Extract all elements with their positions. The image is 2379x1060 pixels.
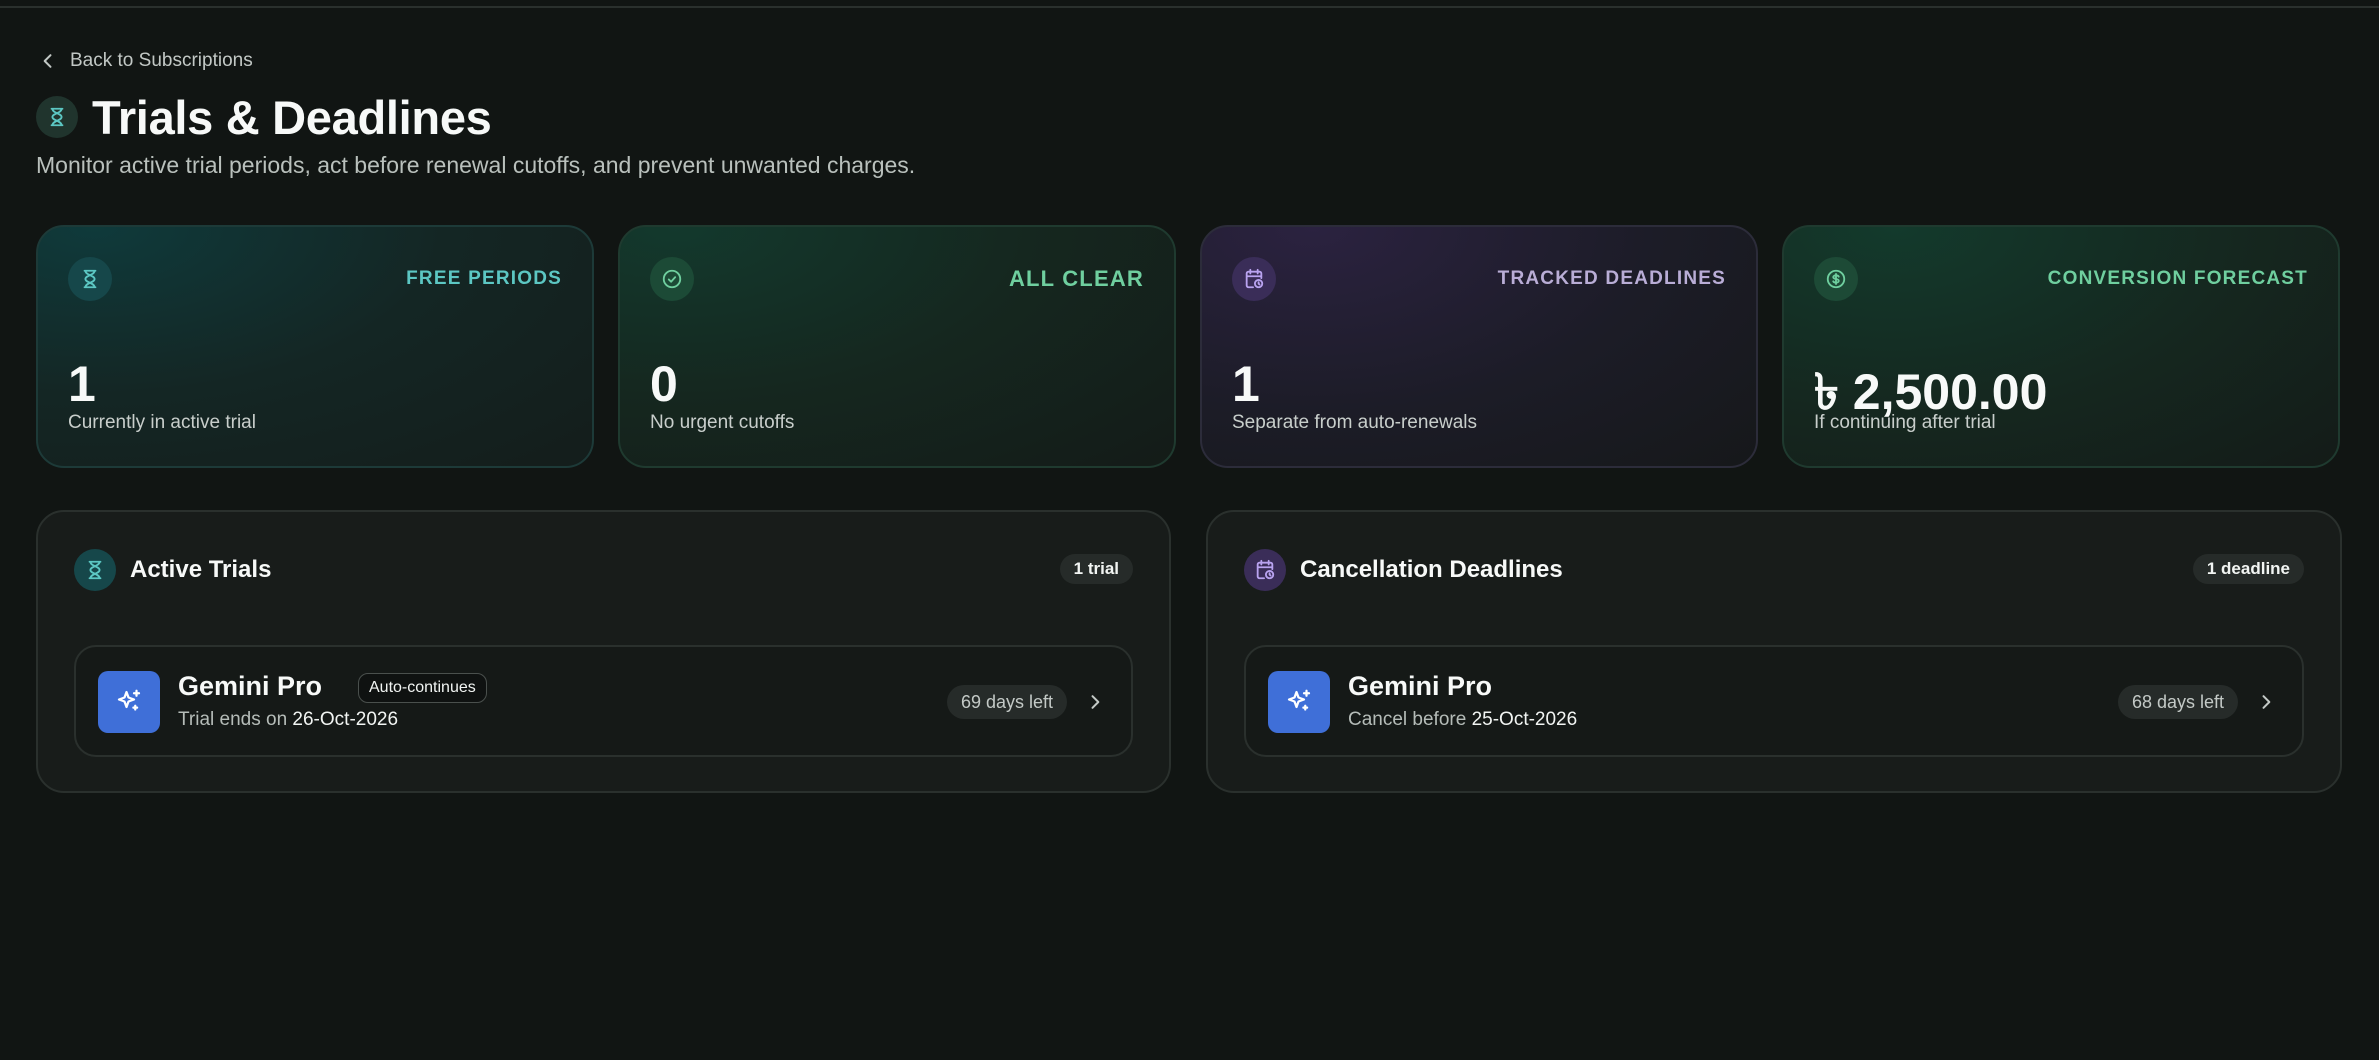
- page-title: Trials & Deadlines: [92, 90, 492, 144]
- item-subtitle: Cancel before 25-Oct-2026: [1348, 709, 1577, 731]
- stat-label: CONVERSION FORECAST: [2047, 268, 2308, 289]
- calendar-clock-icon: [1232, 257, 1276, 301]
- days-left-badge: 68 days left: [2117, 685, 2238, 719]
- hourglass-icon: [36, 96, 78, 138]
- stat-value: 1: [1232, 356, 1260, 412]
- panel-title: Cancellation Deadlines: [1300, 556, 1563, 583]
- sparkles-icon: [1268, 671, 1330, 733]
- dollar-circle-icon: [1814, 257, 1858, 301]
- hourglass-icon: [68, 257, 112, 301]
- chevron-right-icon: [2262, 695, 2271, 709]
- cancellation-deadlines-panel: Cancellation Deadlines 1 deadline Gemini…: [1206, 510, 2342, 793]
- stat-description: Currently in active trial: [68, 412, 256, 433]
- top-divider: [0, 6, 2379, 8]
- panel-title: Active Trials: [130, 556, 272, 583]
- chevron-right-icon: [1091, 695, 1100, 709]
- stat-label: FREE PERIODS: [406, 268, 562, 289]
- stat-card-tracked-deadlines: TRACKED DEADLINES 1 Separate from auto-r…: [1200, 225, 1758, 468]
- item-subtitle-prefix: Trial ends on: [178, 709, 288, 730]
- check-circle-icon: [650, 257, 694, 301]
- hourglass-icon: [74, 549, 116, 591]
- calendar-clock-icon: [1244, 549, 1286, 591]
- sparkles-icon: [98, 671, 160, 733]
- auto-continues-badge: Auto-continues: [358, 673, 487, 703]
- days-left-badge: 69 days left: [946, 685, 1067, 719]
- stat-card-free-periods: FREE PERIODS 1 Currently in active trial: [36, 225, 594, 468]
- item-subtitle-prefix: Cancel before: [1348, 709, 1467, 730]
- item-name: Gemini Pro: [1348, 671, 1493, 701]
- page-subtitle: Monitor active trial periods, act before…: [36, 152, 916, 178]
- page-header: Trials & Deadlines: [36, 90, 492, 144]
- count-badge: 1 deadline: [2192, 554, 2304, 584]
- panel-header: Cancellation Deadlines: [1244, 548, 1563, 592]
- stat-description: No urgent cutoffs: [650, 412, 795, 433]
- item-subtitle: Trial ends on 26-Oct-2026: [178, 709, 398, 731]
- back-link[interactable]: Back to Subscriptions: [38, 48, 253, 74]
- count-badge: 1 trial: [1059, 554, 1133, 584]
- trial-item-gemini-pro[interactable]: Gemini Pro Auto-continues Trial ends on …: [74, 645, 1133, 757]
- panel-header: Active Trials: [74, 548, 271, 592]
- chevron-left-icon: [43, 54, 52, 68]
- stat-card-conversion-forecast: CONVERSION FORECAST ৳ 2,500.00 If contin…: [1782, 225, 2340, 468]
- stat-label: ALL CLEAR: [1008, 266, 1144, 291]
- item-date: 26-Oct-2026: [292, 709, 399, 730]
- stat-label: TRACKED DEADLINES: [1497, 268, 1726, 289]
- stat-value: 1: [68, 356, 96, 412]
- stat-card-all-clear: ALL CLEAR 0 No urgent cutoffs: [618, 225, 1176, 468]
- deadline-item-gemini-pro[interactable]: Gemini Pro Cancel before 25-Oct-2026 68 …: [1244, 645, 2304, 757]
- active-trials-panel: Active Trials 1 trial Gemini Pro Auto-co…: [36, 510, 1171, 793]
- back-link-label: Back to Subscriptions: [70, 50, 253, 71]
- stat-value: 0: [650, 356, 678, 412]
- stat-description: If continuing after trial: [1814, 412, 1996, 433]
- item-name: Gemini Pro: [178, 671, 323, 701]
- item-date: 25-Oct-2026: [1471, 709, 1578, 730]
- stat-description: Separate from auto-renewals: [1232, 412, 1478, 433]
